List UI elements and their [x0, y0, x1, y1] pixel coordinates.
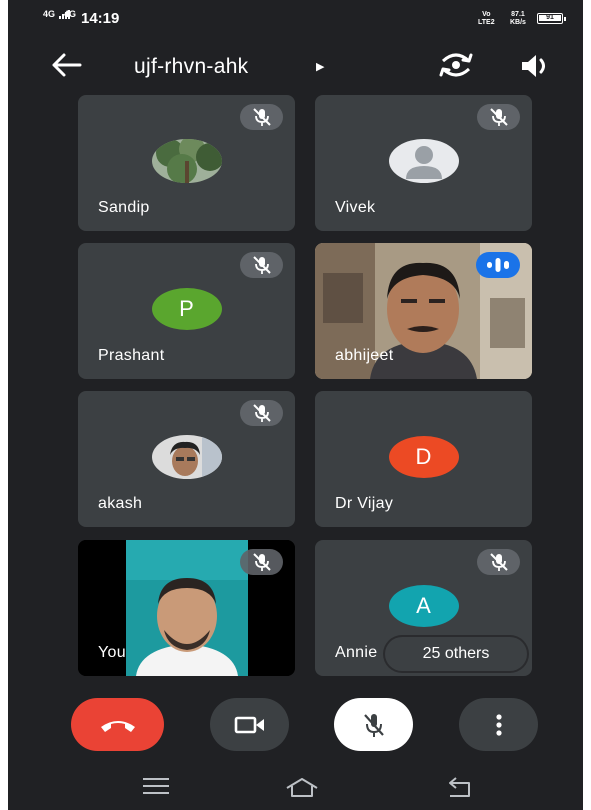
self-video-tile[interactable]: You [78, 540, 295, 676]
system-nav-bar [8, 762, 583, 810]
status-bar: 4G 4G 14:19 Vo LTE2 87.1 KB/s 91 [8, 0, 583, 34]
end-call-button[interactable] [71, 698, 164, 751]
network-type: Vo LTE2 [478, 11, 495, 27]
signal-2-label: 4G [64, 9, 77, 19]
meet-call-screen: 4G 4G 14:19 Vo LTE2 87.1 KB/s 91 ujf-rhv… [8, 0, 583, 810]
more-options-button[interactable] [459, 698, 538, 751]
participant-name: akash [98, 495, 143, 512]
participant-tile[interactable]: Sandip [78, 95, 295, 231]
menu-icon[interactable] [141, 776, 171, 801]
battery-icon: 91 [537, 13, 566, 24]
network-speed-value: 87.1 [511, 11, 525, 18]
arrow-left-icon[interactable] [50, 52, 82, 78]
participant-name: Annie [335, 644, 378, 661]
participant-tile[interactable]: P Prashant [78, 243, 295, 379]
more-vertical-icon [495, 713, 502, 736]
speaker-icon[interactable] [518, 52, 552, 80]
person-icon [388, 139, 459, 183]
signal-1-label: 4G [43, 9, 56, 19]
avatar: P [151, 288, 222, 330]
phone-hangup-icon [100, 720, 135, 732]
call-header: ujf-rhvn-ahk ▶ [8, 40, 583, 90]
home-icon[interactable] [284, 776, 320, 803]
others-count-button[interactable]: 25 others [385, 637, 527, 671]
camera-toggle-button[interactable] [210, 698, 289, 751]
avatar: D [388, 436, 459, 478]
participant-name: Vivek [335, 199, 376, 216]
participant-name: Sandip [98, 199, 150, 216]
meeting-code[interactable]: ujf-rhvn-ahk [134, 55, 248, 79]
status-time: 14:19 [81, 10, 120, 27]
participant-tile[interactable]: Vivek [315, 95, 532, 231]
mic-off-icon [477, 549, 520, 575]
battery-level: 91 [539, 14, 561, 21]
participant-tile[interactable]: akash [78, 391, 295, 527]
participant-video-tile[interactable]: abhijeet [315, 243, 532, 379]
avatar: A [388, 585, 459, 627]
signal-2: 4G [64, 10, 76, 19]
speaking-indicator-icon [476, 252, 520, 278]
mic-toggle-button[interactable] [334, 698, 413, 751]
participant-name: Dr Vijay [335, 495, 394, 512]
mic-off-icon [363, 713, 384, 737]
participant-name: abhijeet [335, 347, 394, 364]
participant-name: You [98, 644, 126, 661]
mic-off-icon [240, 400, 283, 426]
mic-off-icon [477, 104, 520, 130]
network-type-top: Vo [482, 11, 491, 18]
network-speed-unit: KB/s [510, 19, 526, 26]
video-camera-icon [234, 716, 264, 733]
participant-name: Prashant [98, 347, 165, 364]
mic-off-icon [240, 252, 283, 278]
caret-right-icon[interactable]: ▶ [316, 60, 324, 73]
switch-camera-icon[interactable] [438, 51, 474, 79]
mic-off-icon [240, 104, 283, 130]
back-icon[interactable] [444, 776, 474, 803]
avatar [151, 435, 222, 479]
mic-off-icon [240, 549, 283, 575]
participant-tile[interactable]: D Dr Vijay [315, 391, 532, 527]
network-type-bottom: LTE2 [478, 19, 495, 26]
avatar [151, 139, 222, 183]
network-speed: 87.1 KB/s [510, 11, 526, 27]
